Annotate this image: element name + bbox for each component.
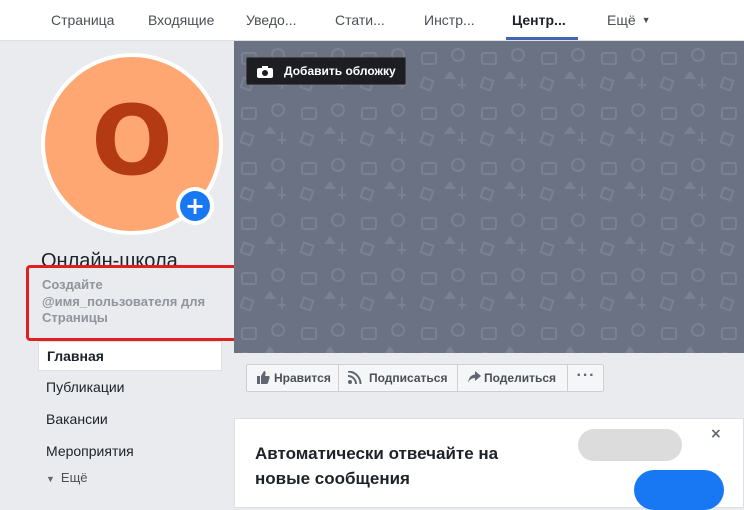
caret-down-icon: ▼: [641, 15, 651, 25]
camera-icon: [257, 66, 273, 78]
add-cover-button[interactable]: Добавить обложку: [246, 57, 406, 85]
tab-center[interactable]: Центр...: [512, 0, 566, 40]
tab-statistics[interactable]: Стати...: [335, 0, 385, 40]
triangle-down-icon: ▼: [46, 474, 55, 484]
page-top-navigation: Страница Входящие Уведо... Стати... Инст…: [0, 0, 744, 41]
sidebar-more-label: Ещё: [60, 470, 88, 485]
share-arrow-icon: [468, 371, 481, 383]
sidebar-item-home[interactable]: Главная: [38, 341, 222, 371]
cover-area[interactable]: [234, 41, 744, 353]
like-label: Нравится: [274, 371, 331, 385]
tab-more[interactable]: Ещё ▼: [607, 0, 651, 40]
sidebar-item-posts[interactable]: Публикации: [38, 372, 222, 402]
more-actions-button[interactable]: ···: [569, 365, 603, 391]
add-cover-label: Добавить обложку: [284, 64, 396, 78]
share-label: Поделиться: [484, 371, 557, 385]
active-tab-indicator: [506, 37, 578, 40]
like-button[interactable]: Нравится: [247, 365, 339, 391]
tab-notifications[interactable]: Уведо...: [246, 0, 297, 40]
cover-pattern: [234, 41, 744, 353]
tab-page[interactable]: Страница: [51, 0, 114, 40]
promo-illustration-bubble: [634, 470, 724, 510]
tab-more-label: Ещё: [607, 12, 636, 28]
tab-tools[interactable]: Инстр...: [424, 0, 475, 40]
create-username-link[interactable]: Создайте @имя_пользователя для Страницы: [42, 277, 232, 327]
follow-label: Подписаться: [369, 371, 448, 385]
share-button[interactable]: Поделиться: [458, 365, 568, 391]
close-icon[interactable]: ×: [710, 426, 722, 442]
rss-follow-icon: [348, 371, 362, 384]
sidebar-more-link[interactable]: ▼ Ещё: [46, 470, 88, 485]
add-photo-plus-icon[interactable]: +: [180, 191, 210, 221]
avatar-letter: O: [91, 85, 173, 197]
promo-title: Автоматически отвечайте на новые сообщен…: [255, 444, 499, 488]
follow-button[interactable]: Подписаться: [339, 365, 458, 391]
tab-inbox[interactable]: Входящие: [148, 0, 214, 40]
promo-illustration-pill: [578, 429, 682, 461]
sidebar-item-jobs[interactable]: Вакансии: [38, 404, 222, 434]
page-action-bar: Нравится Подписаться Поделиться ···: [246, 364, 604, 392]
thumbs-up-icon: [257, 371, 270, 384]
sidebar-item-events[interactable]: Мероприятия: [38, 436, 222, 466]
